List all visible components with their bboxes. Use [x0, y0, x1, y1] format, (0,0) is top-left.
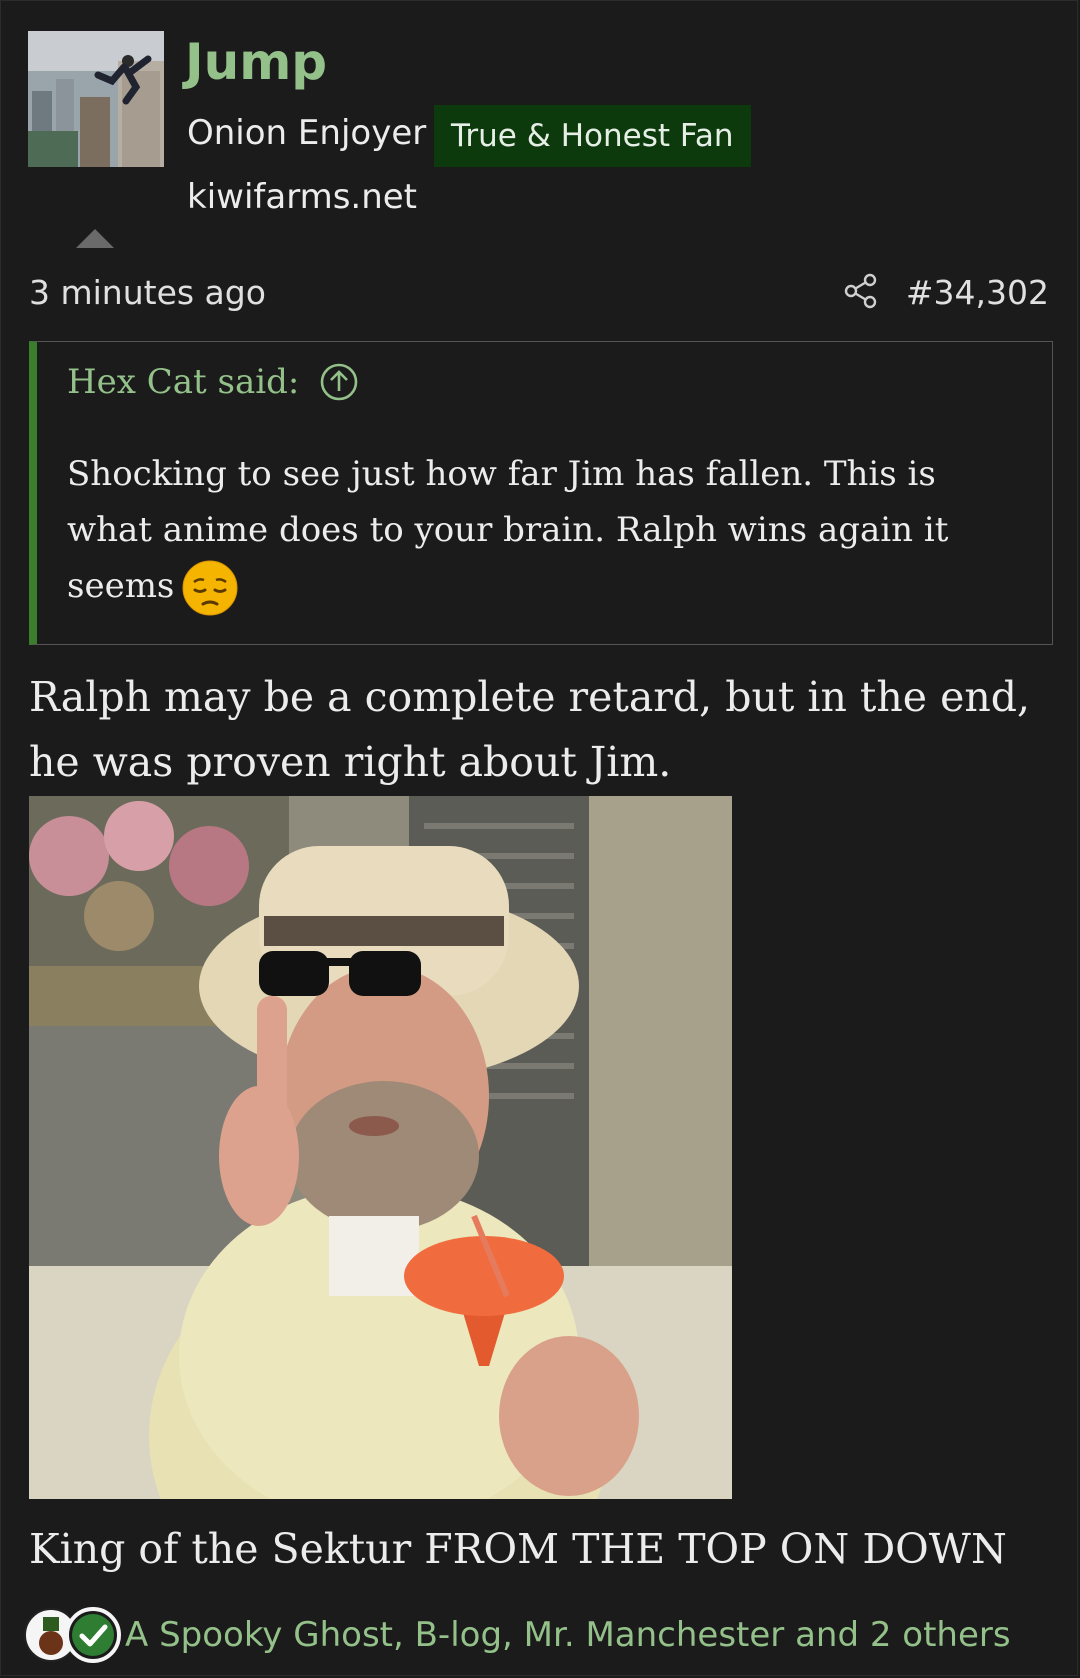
- reaction-icons-image: [24, 1607, 121, 1663]
- arrow-up-circle-icon[interactable]: [319, 362, 359, 402]
- user-site: kiwifarms.net: [187, 177, 418, 217]
- collapse-caret-icon[interactable]: [76, 229, 114, 248]
- user-title: Onion Enjoyer: [187, 113, 427, 153]
- quote-block: Hex Cat said: Shocking to see just how f…: [29, 341, 1053, 645]
- user-signature: King of the Sektur FROM THE TOP ON DOWN: [29, 1525, 1007, 1573]
- post-number-link[interactable]: #34,302: [906, 273, 1049, 312]
- quote-content: Shocking to see just how far Jim has fal…: [67, 446, 1027, 616]
- post-image-attachment[interactable]: [29, 796, 732, 1499]
- photo-of-man-with-drink: [29, 796, 732, 1499]
- share-icon[interactable]: [843, 273, 879, 309]
- quote-attribution[interactable]: Hex Cat said:: [67, 362, 359, 402]
- user-banner: True & Honest Fan: [434, 105, 751, 167]
- post-body-text: Ralph may be a complete retard, but in t…: [29, 673, 1031, 786]
- reactions-bar[interactable]: A Spooky Ghost, B-log, Mr. Manchester an…: [23, 1605, 1011, 1665]
- avatar-image: [28, 31, 164, 167]
- post-timestamp[interactable]: 3 minutes ago: [29, 273, 266, 312]
- pensive-face-emoji-icon: [182, 560, 238, 616]
- reaction-icons: [23, 1605, 125, 1665]
- user-avatar[interactable]: [28, 31, 164, 167]
- quote-author-label[interactable]: Hex Cat said:: [67, 362, 299, 402]
- reaction-users-link[interactable]: A Spooky Ghost, B-log, Mr. Manchester an…: [125, 1615, 1011, 1655]
- username[interactable]: Jump: [185, 33, 327, 91]
- post-container: Jump Onion Enjoyer True & Honest Fan kiw…: [0, 0, 1078, 1676]
